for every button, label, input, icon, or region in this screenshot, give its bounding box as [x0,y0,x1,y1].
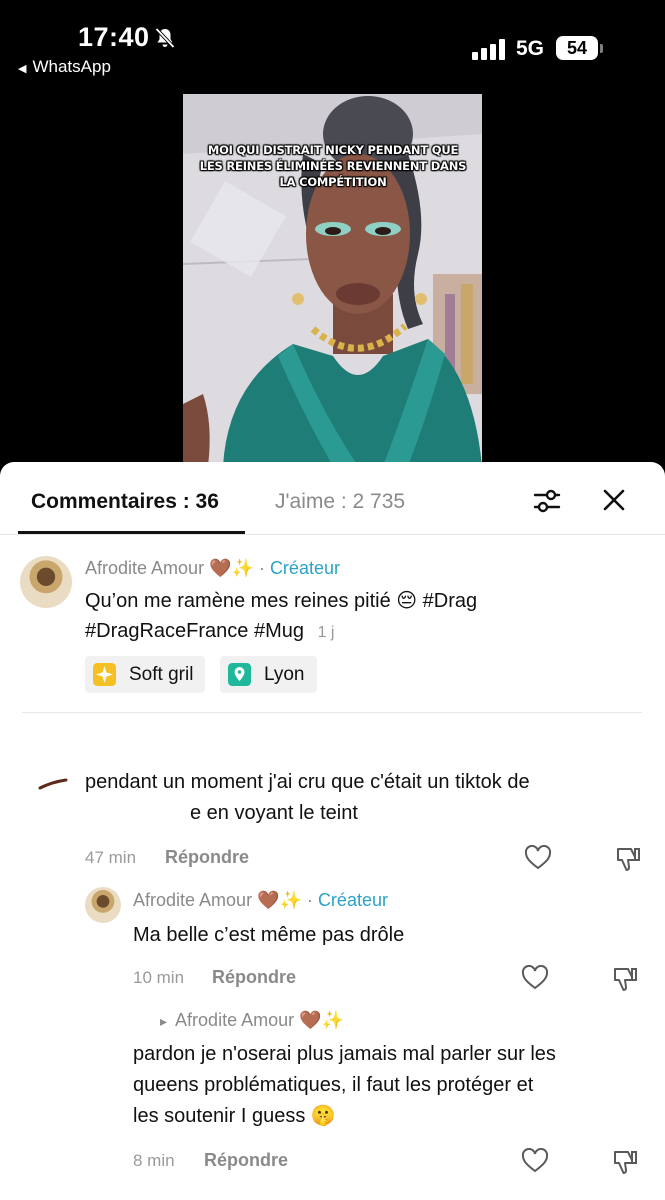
reply-author-line: Afrodite Amour 🤎✨ · Créateur [133,890,388,911]
back-app-label: WhatsApp [32,57,111,76]
dislike-icon[interactable] [611,965,639,993]
signal-strength-icon [472,38,506,60]
video-player[interactable]: Moi qui distrait Nicky pendant que les r… [183,94,482,466]
comment-2-time: 10 min [133,968,185,987]
chip-soft-gril[interactable]: Soft gril [85,656,206,693]
chip-label: Soft gril [129,664,194,685]
tabs-divider [0,534,665,535]
comment-1-time: 47 min [85,848,137,867]
dislike-icon[interactable] [611,1148,639,1176]
status-bar: 17:40 ◀ WhatsApp 5G 54 [0,0,665,90]
post-text-line-1: Qu’on me ramène mes reines pitié 😔 #Drag [85,590,478,612]
avatar[interactable] [20,556,72,608]
reply-to-name[interactable]: Afrodite Amour [175,1010,294,1030]
heart-icon[interactable] [521,965,549,991]
comment-1-line-2: e en voyant le teint [190,802,358,824]
author-emoji: 🤎✨ [209,558,254,578]
heart-icon[interactable] [524,845,552,871]
avatar-partial[interactable] [38,778,68,790]
back-to-app-link[interactable]: ◀ WhatsApp [18,57,111,77]
chip-lyon[interactable]: Lyon [220,656,317,693]
status-time: 17:40 [78,22,150,52]
chip-label: Lyon [264,664,305,685]
sparkle-icon [93,663,116,686]
comment-3-line-2: queens problématiques, il faut les proté… [133,1074,534,1096]
battery-icon: 54 [556,36,598,60]
comment-1-line-1: pendant un moment j'ai cru que c'était u… [85,771,530,793]
separator-dot: · [258,558,265,578]
author-name[interactable]: Afrodite Amour [133,890,252,910]
author-name[interactable]: Afrodite Amour [85,558,204,578]
comment-2-text: Ma belle c’est même pas drôle [133,924,405,946]
comment-2-reply-button[interactable]: Répondre [212,967,296,988]
bell-muted-icon [155,27,175,49]
post-author-line: Afrodite Amour 🤎✨ · Créateur [85,558,340,579]
reply-to-emoji: 🤎✨ [299,1010,344,1030]
tab-likes[interactable]: J'aime : 2 735 [275,490,405,514]
heart-icon[interactable] [521,1148,549,1174]
comments-sheet: Commentaires : 36 J'aime : 2 735 Afrodit… [0,462,665,1200]
comment-3-reply-button[interactable]: Répondre [204,1150,288,1171]
author-emoji: 🤎✨ [257,890,302,910]
video-caption: Moi qui distrait Nicky pendant que les r… [199,143,467,189]
filter-sliders-icon[interactable] [532,486,562,516]
network-type: 5G [516,37,545,60]
post-text-line-2: #DragRaceFrance #Mug 1 j [85,616,334,648]
comment-1-reply-button[interactable]: Répondre [165,847,249,868]
comment-3-line-1: pardon je n'oserai plus jamais mal parle… [133,1043,556,1065]
reply-to-line: ▸ Afrodite Amour 🤎✨ [160,1010,344,1031]
post-divider [22,712,642,713]
post-hashtags[interactable]: #DragRaceFrance #Mug [85,620,304,642]
battery-cap [600,44,603,53]
post-time: 1 j [317,624,335,641]
separator-dot: · [306,890,313,910]
back-triangle-icon: ◀ [18,63,27,75]
tab-comments[interactable]: Commentaires : 36 [31,490,219,514]
comment-3-time: 8 min [133,1151,175,1170]
creator-badge: Créateur [269,558,340,578]
close-icon[interactable] [600,486,628,514]
reply-arrow-icon: ▸ [160,1013,168,1029]
creator-badge: Créateur [317,890,388,910]
dislike-icon[interactable] [614,845,642,873]
comment-3-line-3: les soutenir I guess 🤫 [133,1105,336,1127]
avatar[interactable] [85,887,121,923]
location-pin-icon [228,663,251,686]
